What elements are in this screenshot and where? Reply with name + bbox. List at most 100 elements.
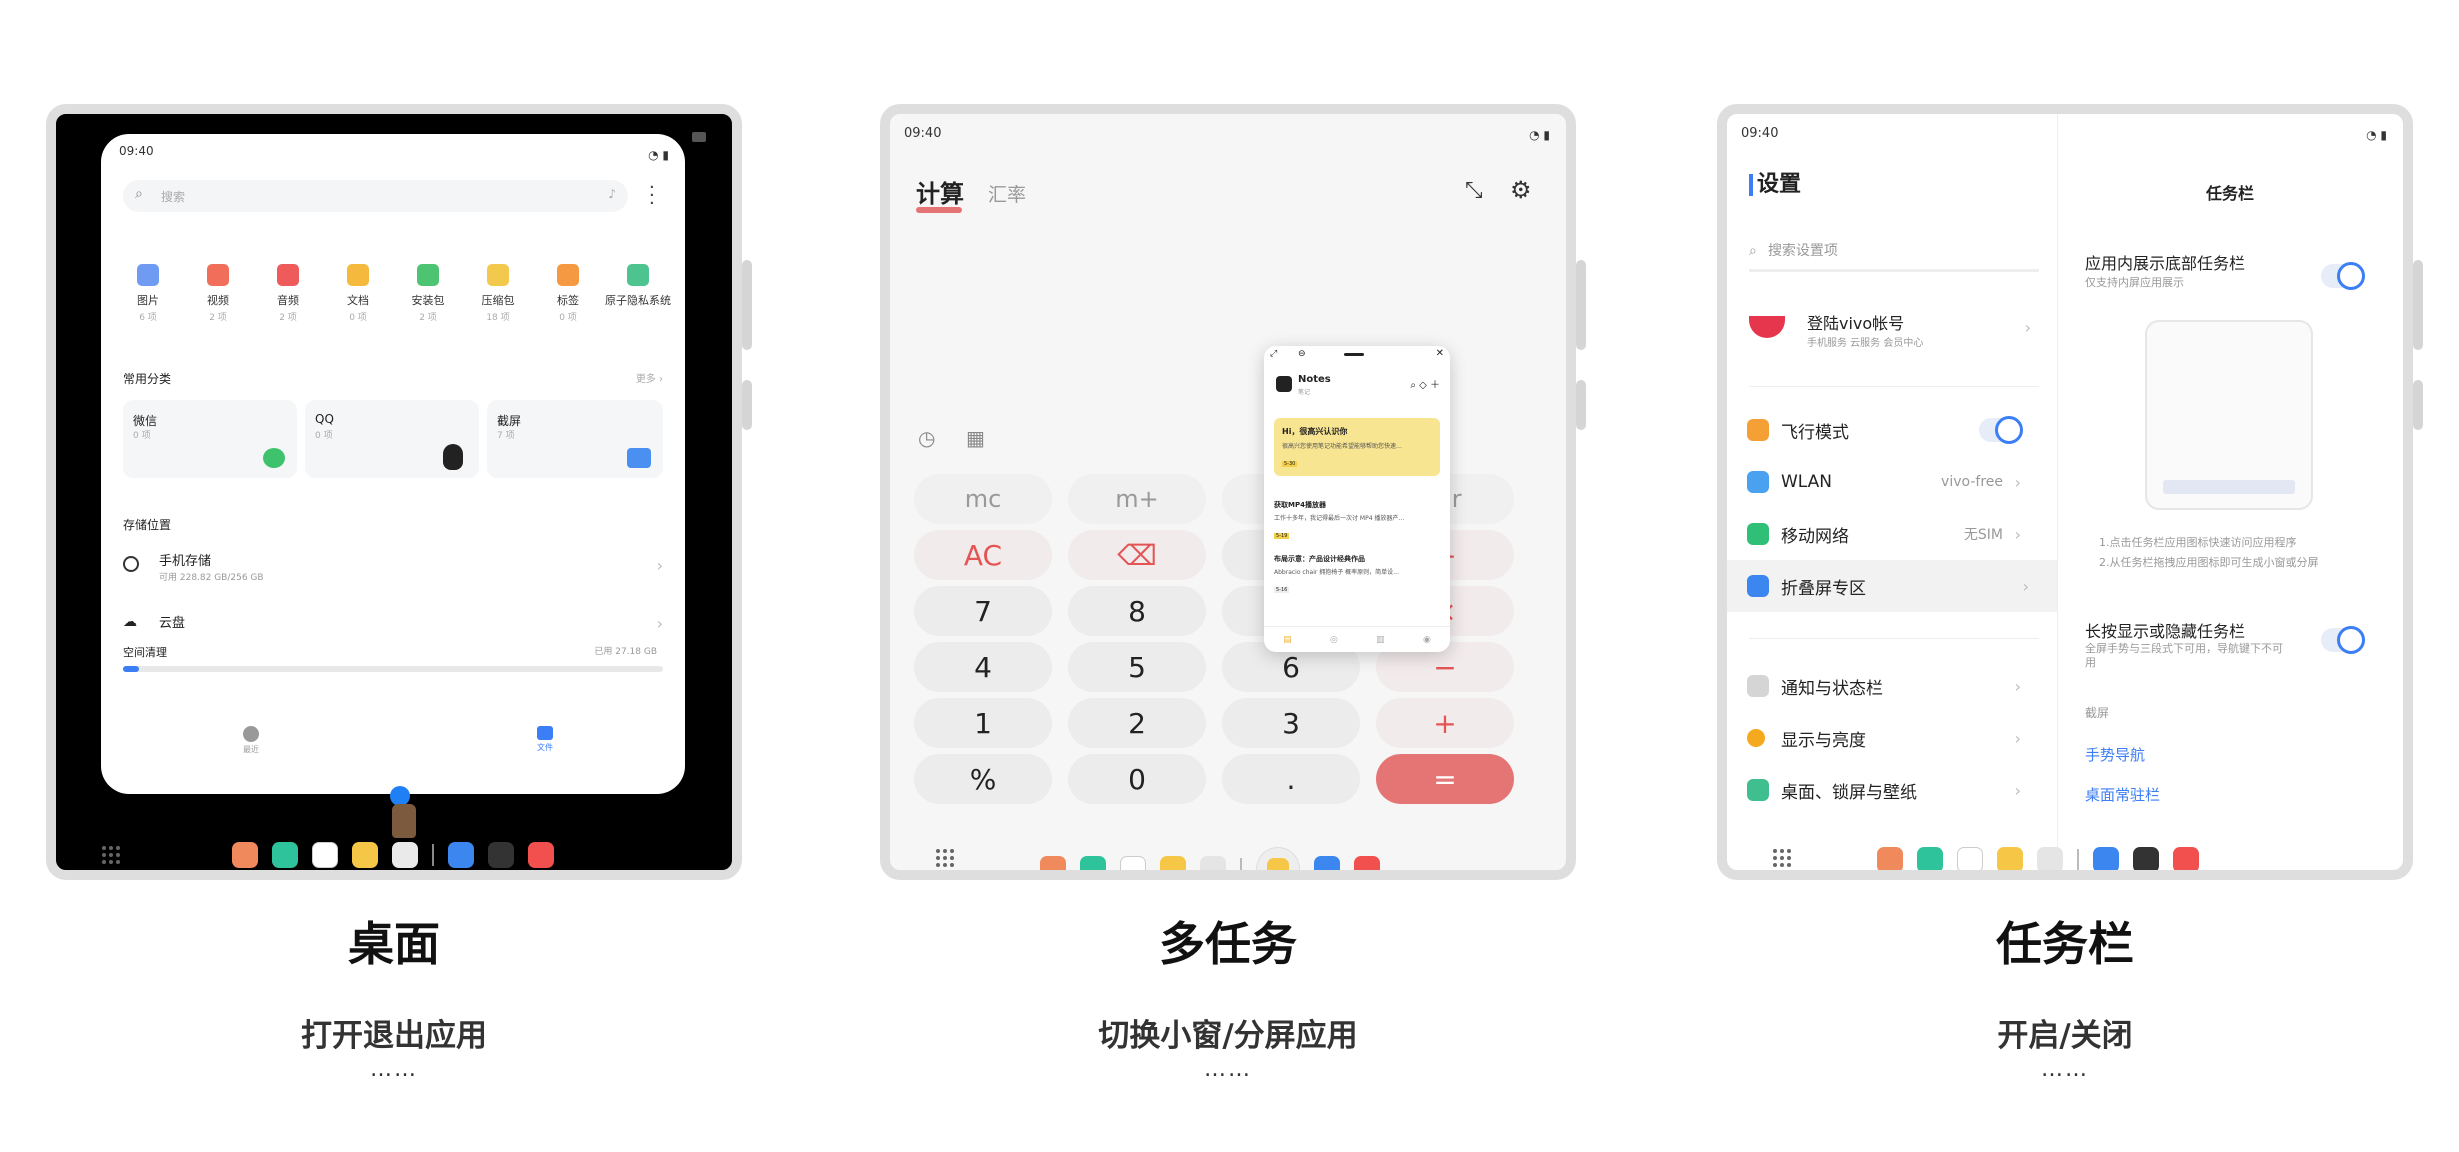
category-item[interactable]: 压缩包 18 项 [463,264,533,323]
key-5-0[interactable]: % [914,754,1052,804]
key-3-0[interactable]: 4 [914,642,1052,692]
card-wechat[interactable]: 微信 0 项 [123,400,297,478]
nav-todo-icon[interactable]: ◎ [1330,635,1338,645]
key-4-1[interactable]: 2 [1068,698,1206,748]
row-fold-screen[interactable]: 折叠屏专区 › [1727,560,2057,612]
notes-floating-window[interactable]: ⤢ ⊖ ✕ Notes 笔记 ⌕ ◇ ＋ Hi，很高兴认识你 很高兴您使用笔记功… [1264,346,1450,652]
tab-recent[interactable]: 最近 [231,726,271,755]
tab-rate[interactable]: 汇率 [988,180,1026,207]
tools-app-icon[interactable] [392,842,418,868]
files-app-window[interactable]: 09:40 ◔ ▮ ⌕ 搜索 ♪ · · · 图片 6 项 视频 2 项 音频 2 项 文档 0 … [101,134,685,794]
row-mobile-network[interactable]: 移动网络 无SIM › [1747,508,2029,560]
shrink-icon[interactable]: ⤡ [1465,178,1483,203]
key-2-0[interactable]: 7 [914,586,1052,636]
calculator-app-icon[interactable] [488,842,514,868]
tab-calc[interactable]: 计算 [916,174,964,213]
calendar-app-icon[interactable] [312,842,338,868]
window-expand-icon[interactable]: ⤢ [1270,349,1277,359]
app-drawer-icon[interactable] [936,849,954,867]
music-app-icon[interactable] [1354,856,1380,870]
key-3-1[interactable]: 5 [1068,642,1206,692]
tools-app-icon[interactable] [2037,847,2063,870]
scientific-icon[interactable]: ▦ [966,426,985,450]
notes-bottom-nav[interactable]: ▤ ◎ ▥ ◉ [1264,626,1450,652]
account-row[interactable]: 登陆vivo帐号 手机服务 云服务 会员中心 › [1749,310,2039,362]
app-icon-orange[interactable] [1877,847,1903,870]
category-item[interactable]: 原子隐私系统 [603,264,673,310]
key-1-0[interactable]: AC [914,530,1052,580]
section-divider [1749,386,2039,387]
opt1-toggle[interactable] [2321,262,2365,290]
music-app-icon[interactable] [2173,847,2199,870]
key-2-1[interactable]: 8 [1068,586,1206,636]
key-5-1[interactable]: 0 [1068,754,1206,804]
phone-app-icon[interactable] [1917,847,1943,870]
note-card-2[interactable]: 获取MP4播放器 工作十多年，我记得最后一次讨 MP4 播放器产… 5-19 [1274,500,1440,540]
opt2-toggle[interactable] [2321,626,2365,654]
note-card-1[interactable]: Hi，很高兴认识你 很高兴您使用笔记功能希望能够帮助您快速… 5-30 [1274,418,1440,476]
category-item[interactable]: 视频 2 项 [183,264,253,323]
window-minimize-icon[interactable]: ⊖ [1298,349,1306,359]
category-item[interactable]: 音频 2 项 [253,264,323,323]
row-wallpaper[interactable]: 桌面、锁屏与壁纸 › [1747,764,2029,816]
notes-app-icon[interactable] [352,842,378,868]
more-link[interactable]: 更多 › [636,370,663,385]
calculator-app-icon[interactable] [2133,847,2159,870]
phone-storage-row[interactable]: 手机存储 可用 228.82 GB/256 GB › [123,550,663,590]
key-4-3[interactable]: + [1376,698,1514,748]
tab-files[interactable]: 文件 [525,726,565,753]
dock-bar-link[interactable]: 桌面常驻栏 [2085,784,2160,805]
nav-me-icon[interactable]: ◉ [1423,635,1431,645]
browser-app-icon[interactable] [2093,847,2119,870]
key-4-0[interactable]: 1 [914,698,1052,748]
notes-toolbar-icons[interactable]: ⌕ ◇ ＋ [1410,376,1440,391]
window-drag-handle[interactable] [1344,353,1364,356]
space-clean-title: 空间清理 [123,646,167,659]
settings-icon[interactable]: ⚙ [1510,176,1532,204]
cloud-disk-row[interactable]: ☁ 云盘 › [123,612,663,636]
notes-dragging-icon[interactable] [1256,847,1300,870]
calendar-app-icon[interactable] [1120,856,1146,870]
settings-search[interactable]: ⌕ 搜索设置项 [1749,240,2039,272]
key-0-0[interactable]: mc [914,474,1052,524]
music-app-icon[interactable] [528,842,554,868]
key-5-3[interactable]: = [1376,754,1514,804]
app-drawer-icon[interactable] [1773,849,1791,867]
search-bar[interactable]: ⌕ 搜索 ♪ [123,180,628,212]
window-close-icon[interactable]: ✕ [1436,348,1444,359]
browser-app-icon[interactable] [448,842,474,868]
category-item[interactable]: 图片 6 项 [113,264,183,323]
more-menu-icon[interactable]: · · · [649,179,655,213]
key-1-1[interactable]: ⌫ [1068,530,1206,580]
notes-app-icon[interactable] [1997,847,2023,870]
notes-app-icon[interactable] [1160,856,1186,870]
row-wlan[interactable]: WLAN vivo-free › [1747,456,2029,508]
tools-app-icon[interactable] [1200,856,1226,870]
key-0-1[interactable]: m+ [1068,474,1206,524]
airplane-toggle[interactable] [1979,416,2023,444]
category-item[interactable]: 安装包 2 项 [393,264,463,323]
row-notifications[interactable]: 通知与状态栏 › [1747,660,2029,712]
browser-app-icon[interactable] [1314,856,1340,870]
app-icon-orange[interactable] [232,842,258,868]
phone-app-icon[interactable] [1080,856,1106,870]
gesture-nav-link[interactable]: 手势导航 [2085,744,2145,765]
key-5-2[interactable]: . [1222,754,1360,804]
key-4-2[interactable]: 3 [1222,698,1360,748]
history-icon[interactable]: ◷ [918,426,935,450]
category-item[interactable]: 标签 0 项 [533,264,603,323]
card-qq[interactable]: QQ 0 项 [305,400,479,478]
category-item[interactable]: 文档 0 项 [323,264,393,323]
nav-notes-icon[interactable]: ▤ [1283,635,1292,645]
voice-icon[interactable]: ♪ [608,187,616,201]
space-clean-panel[interactable]: 空间清理 已用 27.18 GB [101,638,685,688]
row-display[interactable]: 显示与亮度 › [1747,712,2029,764]
calendar-app-icon[interactable] [1957,847,1983,870]
card-screenshot[interactable]: 截屏 7 项 [487,400,663,478]
nav-doc-icon[interactable]: ▥ [1376,635,1385,645]
app-drawer-icon[interactable] [102,846,120,864]
note-card-3[interactable]: 布局示意：产品设计经典作品 Abbracio chair 拥抱椅子 概率原则，简… [1274,554,1440,594]
phone-app-icon[interactable] [272,842,298,868]
app-icon-orange[interactable] [1040,856,1066,870]
row-airplane[interactable]: 飞行模式 [1747,404,2029,456]
